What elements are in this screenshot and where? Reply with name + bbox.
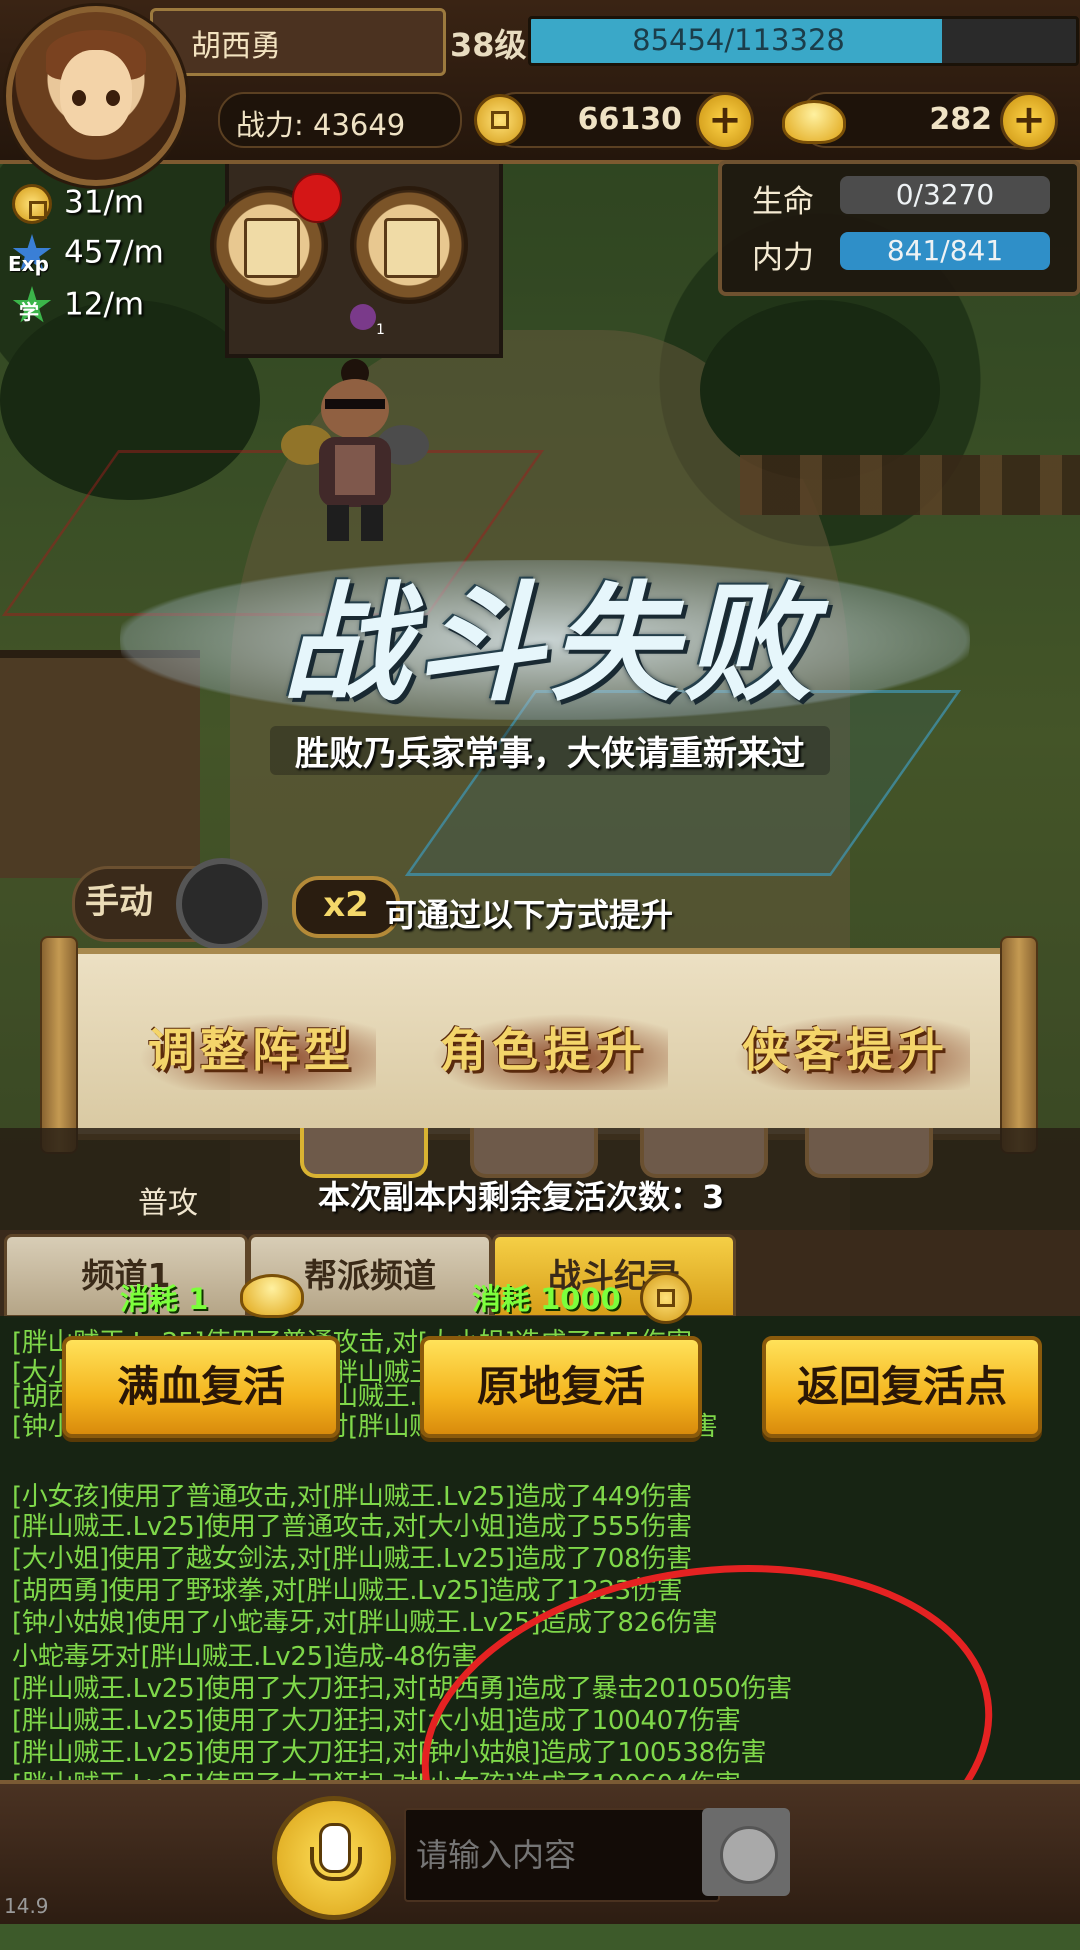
add-coins-button[interactable]: +: [696, 92, 754, 150]
gold-ingot-icon: [782, 100, 846, 144]
exp-rate-value: 457/m: [64, 234, 164, 271]
auto-toggle-icon[interactable]: [176, 858, 268, 950]
add-ingots-button[interactable]: +: [1000, 92, 1058, 150]
coin-icon: [12, 184, 52, 224]
full-hp-revive-button[interactable]: 满血复活: [62, 1336, 340, 1438]
hp-mp-panel: 生命 0/3270 内力 841/841: [718, 160, 1080, 296]
defeat-title: 战斗失败: [281, 569, 818, 719]
hp-bar: 0/3270: [840, 176, 1050, 214]
return-to-revive-point-button[interactable]: 返回复活点: [762, 1336, 1042, 1438]
skill-slot[interactable]: [805, 1128, 933, 1178]
coin-icon: [474, 94, 526, 146]
improve-hint: 可通过以下方式提升: [385, 896, 674, 934]
revive-in-place-button[interactable]: 原地复活: [420, 1336, 702, 1438]
notification-dot: [292, 173, 342, 223]
coin-rate: 31/m: [12, 184, 144, 224]
player-avatar[interactable]: [6, 6, 186, 186]
skull-count: 1: [376, 322, 385, 338]
skill-slot[interactable]: [300, 1128, 428, 1178]
microphone-stand-icon: [310, 1847, 362, 1881]
fence: [740, 455, 1080, 515]
exp-text: 85454/113328: [632, 23, 845, 57]
full-revive-cost: 消耗 1: [120, 1282, 209, 1316]
defeat-subtitle: 胜败乃兵家常事，大侠请重新来过: [270, 726, 830, 775]
calendar-icon: [384, 218, 440, 278]
player-name-plate: 胡西勇: [150, 8, 446, 76]
calendar-button[interactable]: [350, 186, 468, 304]
scroll-rod-right: [1000, 936, 1038, 1154]
avatar-eye: [106, 90, 120, 106]
mp-bar: 841/841: [840, 232, 1050, 270]
version-label: 14.9: [4, 1894, 49, 1918]
mp-label: 内力: [752, 240, 814, 276]
skill-slot[interactable]: [640, 1128, 768, 1178]
emoji-icon: [720, 1826, 778, 1884]
book-icon: [244, 218, 300, 278]
chat-input[interactable]: [404, 1808, 720, 1902]
upgrade-character-button[interactable]: 角色提升: [420, 1010, 668, 1090]
coin-amount: 66130: [577, 102, 682, 137]
upgrade-hero-button[interactable]: 侠客提升: [722, 1010, 970, 1090]
skull-icon: [350, 304, 376, 330]
exp-icon-label: Exp: [8, 252, 49, 276]
avatar-face: [60, 50, 132, 136]
coin-icon: [640, 1272, 692, 1324]
skill-slot[interactable]: [470, 1128, 598, 1178]
adjust-formation-button[interactable]: 调整阵型: [128, 1010, 376, 1090]
coin-rate-value: 31/m: [64, 184, 145, 221]
emoji-button[interactable]: [702, 1808, 790, 1896]
revive-remaining-text: 本次副本内剩余复活次数：3: [318, 1178, 725, 1216]
combat-power: 战力: 43649: [236, 108, 406, 142]
scroll-rod-left: [40, 936, 78, 1154]
voice-button[interactable]: [272, 1796, 396, 1920]
gold-ingot-icon: [240, 1274, 304, 1318]
tree: [700, 300, 940, 480]
ingot-amount: 282: [929, 102, 992, 137]
learn-rate-value: 12/m: [64, 286, 145, 323]
learn-icon-label: 学: [19, 300, 39, 324]
normal-attack-label: 普攻: [138, 1186, 198, 1221]
inplace-revive-cost: 消耗 1000: [472, 1282, 621, 1316]
hp-label: 生命: [752, 184, 814, 220]
bandit-king-sprite: [281, 359, 429, 541]
player-name: 胡西勇: [191, 29, 281, 64]
exp-bar: 85454/113328: [528, 16, 1079, 66]
avatar-eye: [72, 90, 86, 106]
speed-x2-button[interactable]: x2: [292, 876, 400, 938]
player-level: 38级: [450, 26, 527, 64]
power-plate: 战力: 43649: [218, 92, 462, 148]
